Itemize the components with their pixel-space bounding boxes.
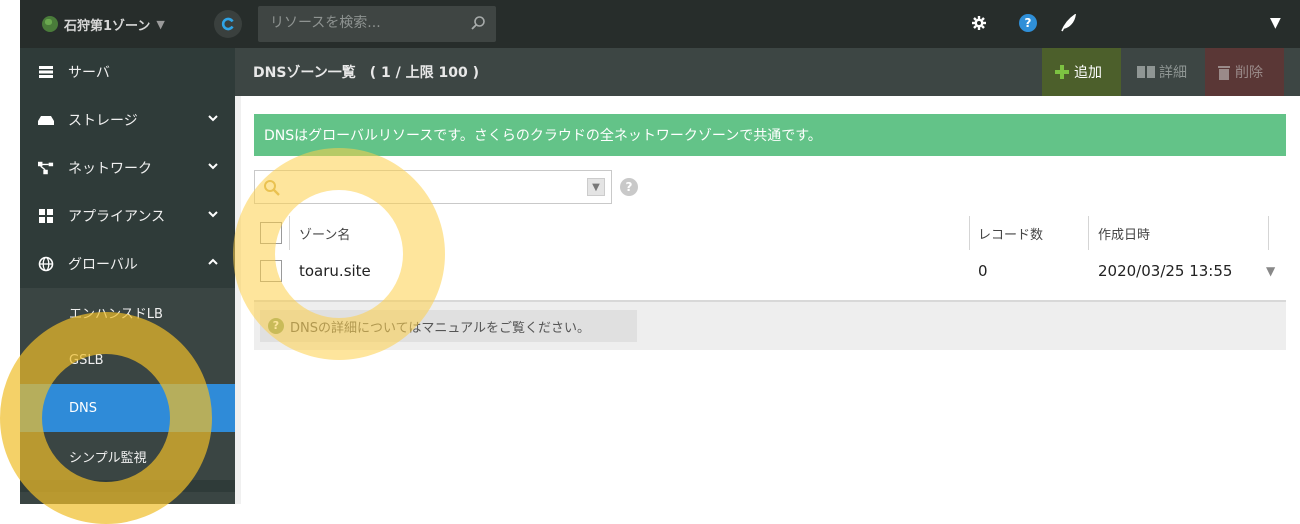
zone-name-cell[interactable]: toaru.site	[299, 262, 371, 280]
table-header: ゾーン名 レコード数 作成日時	[254, 214, 1286, 252]
column-header-record-count[interactable]: レコード数	[978, 224, 1043, 243]
info-notice: DNSはグローバルリソースです。さくらのクラウドの全ネットワークゾーンで共通です…	[254, 114, 1286, 156]
column-divider	[1268, 216, 1269, 250]
storage-icon	[38, 112, 54, 128]
sidebar-item-label: アプライアンス	[68, 209, 166, 225]
filter-input[interactable]	[285, 171, 579, 205]
sidebar-subitem-dns[interactable]: DNS	[20, 384, 235, 432]
sidebar-subitem-label: シンプル監視	[69, 450, 147, 466]
sidebar-item-label: ネットワーク	[68, 161, 152, 177]
column-divider	[969, 216, 970, 250]
sidebar-subitem-enhanced-lb[interactable]: エンハンスドLB	[20, 288, 235, 336]
chevron-up-icon	[207, 256, 219, 272]
chevron-down-icon	[207, 208, 219, 224]
sidebar-item-network[interactable]: ネットワーク	[20, 144, 235, 192]
sidebar-item-appliance[interactable]: アプライアンス	[20, 192, 235, 240]
server-icon	[38, 64, 54, 80]
plus-icon	[1054, 64, 1070, 80]
manual-link-text: DNSの詳細についてはマニュアルをご覧ください。	[290, 320, 590, 336]
zone-label: 石狩第1ゾーン	[64, 18, 151, 34]
sidebar-bottom-strip	[20, 492, 235, 504]
top-bar: 石狩第1ゾーン ▼ ? ▼	[20, 0, 1300, 48]
add-button[interactable]: 追加	[1042, 48, 1121, 96]
sidebar: サーバ ストレージ ネットワーク アプライアンス グローバル エンハンスドLB …	[20, 48, 235, 504]
column-header-zone-name[interactable]: ゾーン名	[299, 224, 350, 243]
sidebar-subitem-label: エンハンスドLB	[69, 306, 163, 322]
globe-icon	[42, 16, 58, 32]
sidebar-subitem-simple-monitor[interactable]: シンプル監視	[20, 432, 235, 480]
detail-button-label: 詳細	[1159, 65, 1187, 81]
settings-gear-icon[interactable]	[970, 14, 988, 36]
sidebar-subitem-gslb[interactable]: GSLB	[20, 336, 235, 384]
chevron-down-icon	[207, 112, 219, 128]
chevron-down-icon: ▼	[156, 17, 165, 31]
question-icon: ?	[268, 318, 284, 334]
chevron-down-icon	[207, 160, 219, 176]
sidebar-subitem-label: DNS	[69, 400, 97, 416]
delete-button-label: 削除	[1235, 65, 1263, 81]
sidebar-item-label: グローバル	[68, 257, 138, 273]
column-divider	[289, 216, 290, 250]
add-button-label: 追加	[1074, 65, 1102, 81]
search-icon[interactable]	[470, 15, 486, 35]
table-row[interactable]: toaru.site 0 2020/03/25 13:55 ▼	[254, 252, 1286, 300]
table-footer: ? DNSの詳細についてはマニュアルをご覧ください。	[254, 302, 1286, 350]
created-at-cell: 2020/03/25 13:55	[1098, 262, 1233, 280]
search-icon	[263, 179, 281, 201]
book-icon	[1137, 65, 1155, 79]
resource-search-input[interactable]	[258, 6, 460, 40]
main-header: DNSゾーン一覧 ( 1 / 上限 100 ) 追加 詳細 削除	[235, 48, 1300, 96]
feather-icon[interactable]	[1060, 13, 1077, 36]
filter-help-icon[interactable]: ?	[620, 178, 638, 196]
account-menu-caret-icon[interactable]: ▼	[1270, 15, 1281, 31]
sidebar-item-storage[interactable]: ストレージ	[20, 96, 235, 144]
zone-selector[interactable]: 石狩第1ゾーン ▼	[42, 14, 165, 34]
refresh-button[interactable]	[214, 10, 242, 38]
sidebar-subitem-label: GSLB	[69, 352, 104, 368]
column-header-created-at[interactable]: 作成日時	[1098, 224, 1150, 243]
resource-search[interactable]	[258, 6, 496, 42]
filter-dropdown-icon[interactable]: ▼	[587, 178, 605, 196]
delete-button[interactable]: 削除	[1205, 48, 1284, 96]
filter-box[interactable]: ▼	[254, 170, 612, 205]
manual-link[interactable]: ? DNSの詳細についてはマニュアルをご覧ください。	[260, 310, 637, 342]
trash-icon	[1217, 64, 1231, 80]
record-count-cell: 0	[978, 262, 988, 280]
select-all-checkbox[interactable]	[260, 222, 282, 244]
sidebar-item-label: ストレージ	[68, 113, 138, 129]
network-icon	[38, 160, 54, 176]
globe-icon	[38, 256, 54, 272]
column-divider	[1088, 216, 1089, 250]
detail-button[interactable]: 詳細	[1125, 48, 1199, 96]
sidebar-item-global[interactable]: グローバル	[20, 240, 235, 288]
appliance-grid-icon	[38, 208, 54, 224]
row-checkbox[interactable]	[260, 260, 282, 282]
sidebar-item-server[interactable]: サーバ	[20, 48, 235, 96]
refresh-icon	[221, 17, 234, 31]
sidebar-item-label: サーバ	[68, 65, 110, 81]
row-menu-caret-icon[interactable]: ▼	[1266, 264, 1275, 278]
help-icon[interactable]: ?	[1019, 14, 1037, 32]
content-left-border	[235, 96, 241, 504]
page-title: DNSゾーン一覧 ( 1 / 上限 100 )	[253, 65, 479, 81]
